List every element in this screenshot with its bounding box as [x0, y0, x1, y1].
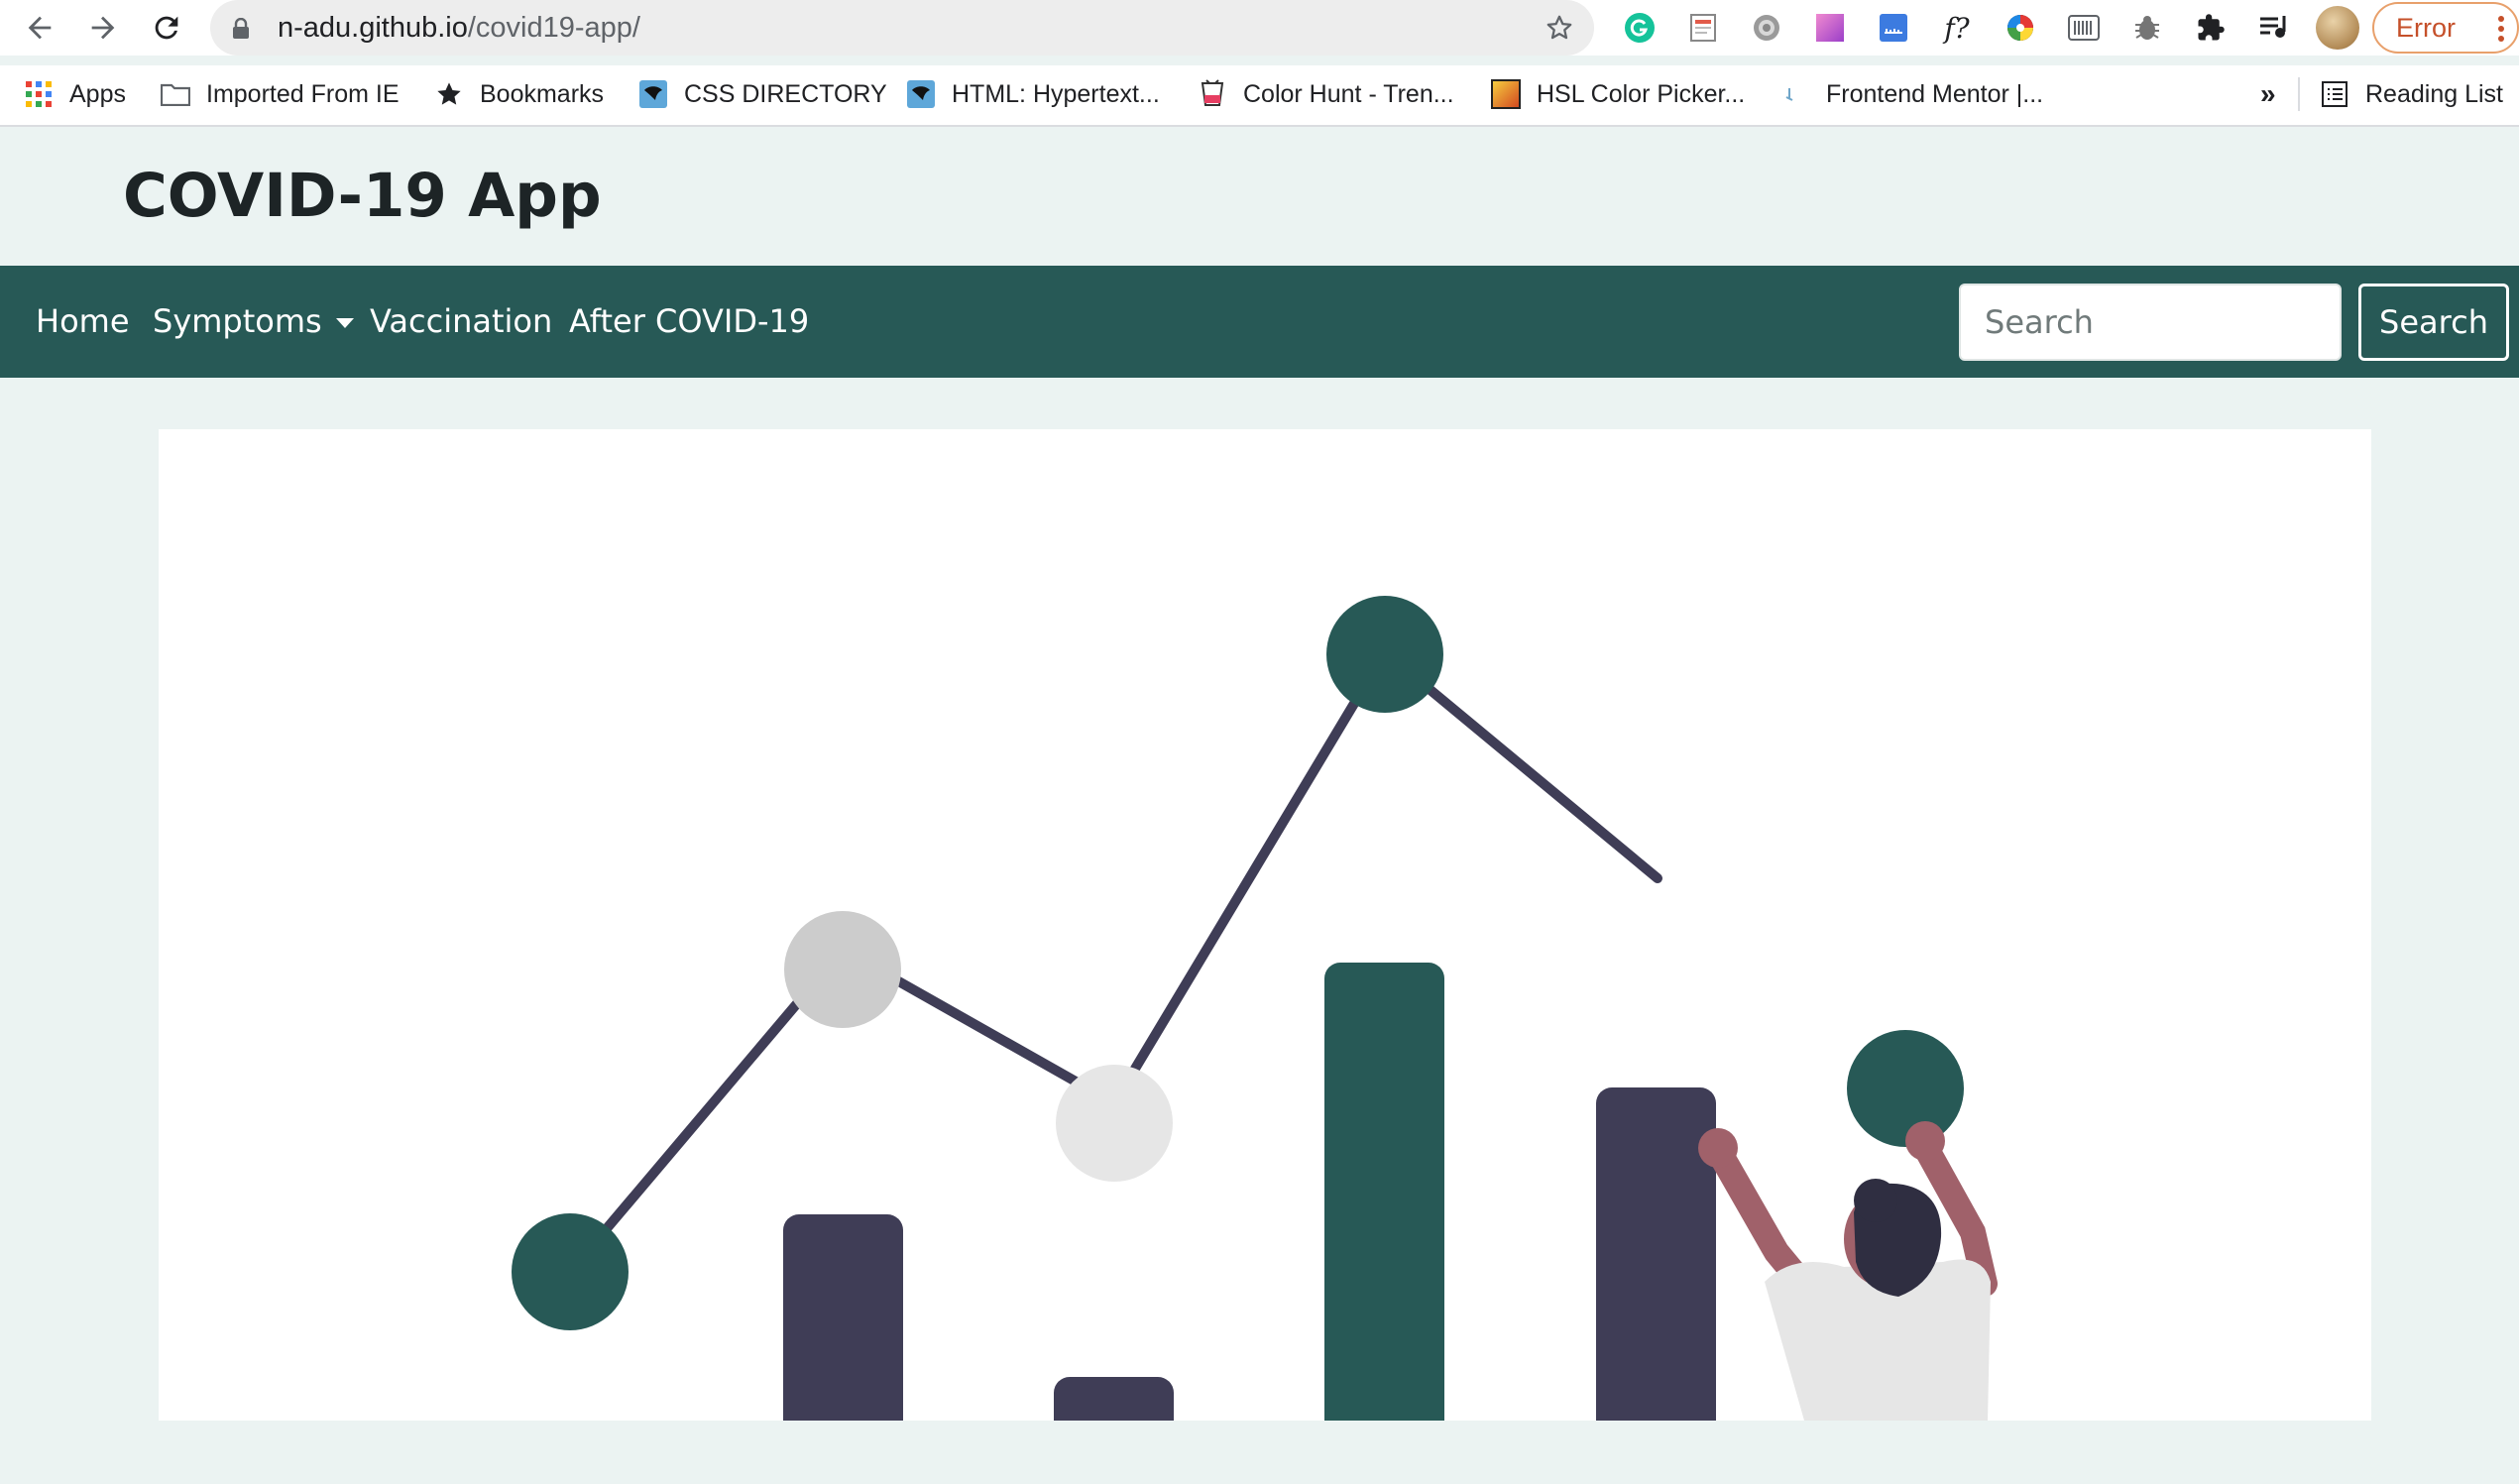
profile-avatar[interactable]: [2316, 6, 2359, 50]
chart-node: [1326, 596, 1443, 713]
bookmark-label: Apps: [69, 79, 126, 108]
bookmark-html-mdn[interactable]: HTML: Hypertext...: [906, 65, 1160, 123]
url-text: n-adu.github.io/covid19-app/: [278, 12, 640, 44]
mdn-favicon: [906, 79, 936, 109]
site-favicon: [638, 79, 668, 109]
nav-link-home[interactable]: Home: [36, 266, 130, 378]
more-vert-icon: [2497, 14, 2505, 51]
bookmark-color-hunt[interactable]: Color Hunt - Tren...: [1198, 65, 1454, 123]
star-icon: [434, 79, 464, 109]
back-button[interactable]: [20, 8, 59, 48]
puzzle-icon[interactable]: [2193, 10, 2229, 46]
color-wheel-icon[interactable]: [2003, 10, 2038, 46]
grammarly-icon[interactable]: [1622, 10, 1658, 46]
search-input[interactable]: [1959, 284, 2342, 361]
reading-list-label: Reading List: [2365, 79, 2503, 108]
site-brand-title[interactable]: COVID-19 App: [123, 127, 602, 266]
lock-icon: [232, 17, 250, 44]
bookmark-label: Frontend Mentor |...: [1826, 79, 2044, 108]
frontend-mentor-favicon: [1780, 79, 1810, 109]
bookmark-label: Imported From IE: [206, 79, 400, 108]
swatch-icon[interactable]: [1812, 10, 1848, 46]
reload-icon: [155, 16, 178, 40]
chart-bar: [1324, 963, 1444, 1421]
nav-dropdown-symptoms[interactable]: Symptoms: [153, 266, 354, 378]
bookmarks-overflow-button[interactable]: »: [2260, 65, 2276, 123]
bookmark-label: CSS DIRECTORY: [684, 79, 887, 108]
hsl-favicon: [1491, 79, 1521, 109]
forward-button[interactable]: [83, 8, 123, 48]
bookmarks-divider: [2298, 77, 2300, 111]
search-button[interactable]: Search: [2358, 284, 2509, 361]
chart-bar: [1054, 1377, 1174, 1421]
reload-button[interactable]: [147, 8, 186, 48]
chart-node: [1056, 1065, 1173, 1182]
site-header: COVID-19 App: [0, 127, 2519, 266]
bookmark-label: Bookmarks: [480, 79, 605, 108]
reading-list-icon: [2320, 79, 2349, 109]
apps-grid-icon: [24, 79, 54, 109]
chart-node: [784, 911, 901, 1028]
bookmark-hsl-color-picker[interactable]: HSL Color Picker...: [1491, 65, 1745, 123]
gear-extension-icon[interactable]: [1749, 10, 1784, 46]
barcode-icon[interactable]: [2066, 10, 2102, 46]
bookmarks-bar: Apps Imported From IE Bookmarks CSS DIRE…: [0, 65, 2519, 127]
person-figure: [1698, 1121, 1998, 1421]
browser-toolbar: n-adu.github.io/covid19-app/ f? Error: [0, 0, 2519, 56]
nav-symptoms-label: Symptoms: [153, 302, 322, 340]
chart-bar: [1596, 1087, 1716, 1421]
caret-down-icon: [335, 318, 354, 328]
colorhunt-favicon: [1198, 79, 1227, 109]
error-label: Error: [2396, 12, 2456, 43]
chart-node: [512, 1213, 629, 1330]
nav-link-after-covid[interactable]: After COVID-19: [569, 266, 809, 378]
bug-icon[interactable]: [2129, 10, 2165, 46]
hero-image-card: [159, 429, 2371, 1421]
nav-link-vaccination[interactable]: Vaccination: [370, 266, 552, 378]
address-bar[interactable]: n-adu.github.io/covid19-app/: [210, 0, 1594, 56]
font-icon[interactable]: f?: [1939, 10, 1975, 46]
main-navbar: Home Symptoms Vaccination After COVID-19…: [0, 266, 2519, 378]
held-ball: [1847, 1030, 1964, 1147]
bookmark-label: HSL Color Picker...: [1537, 79, 1746, 108]
reading-list-button[interactable]: Reading List: [2320, 65, 2503, 123]
ruler-icon[interactable]: [1876, 10, 1911, 46]
bookmark-label: Color Hunt - Tren...: [1243, 79, 1454, 108]
browser-error-button[interactable]: Error: [2372, 2, 2519, 54]
bookmark-apps[interactable]: Apps: [24, 65, 126, 123]
bookmark-imported-from-ie[interactable]: Imported From IE: [161, 65, 400, 123]
playlist-icon[interactable]: [2256, 10, 2292, 46]
bookmark-frontend-mentor[interactable]: Frontend Mentor |...: [1780, 65, 2043, 123]
bookmark-star-icon[interactable]: [1545, 13, 1574, 47]
chart-bar: [783, 1214, 903, 1421]
page-icon[interactable]: [1685, 10, 1721, 46]
arrow-left-icon: [28, 16, 52, 40]
person-with-chart-illustration: [512, 596, 1998, 1421]
bookmark-css-directory[interactable]: CSS DIRECTORY: [638, 65, 887, 123]
bookmark-label: HTML: Hypertext...: [952, 79, 1160, 108]
arrow-right-icon: [91, 16, 115, 40]
bookmark-bookmarks[interactable]: Bookmarks: [434, 65, 604, 123]
folder-icon: [161, 79, 190, 109]
